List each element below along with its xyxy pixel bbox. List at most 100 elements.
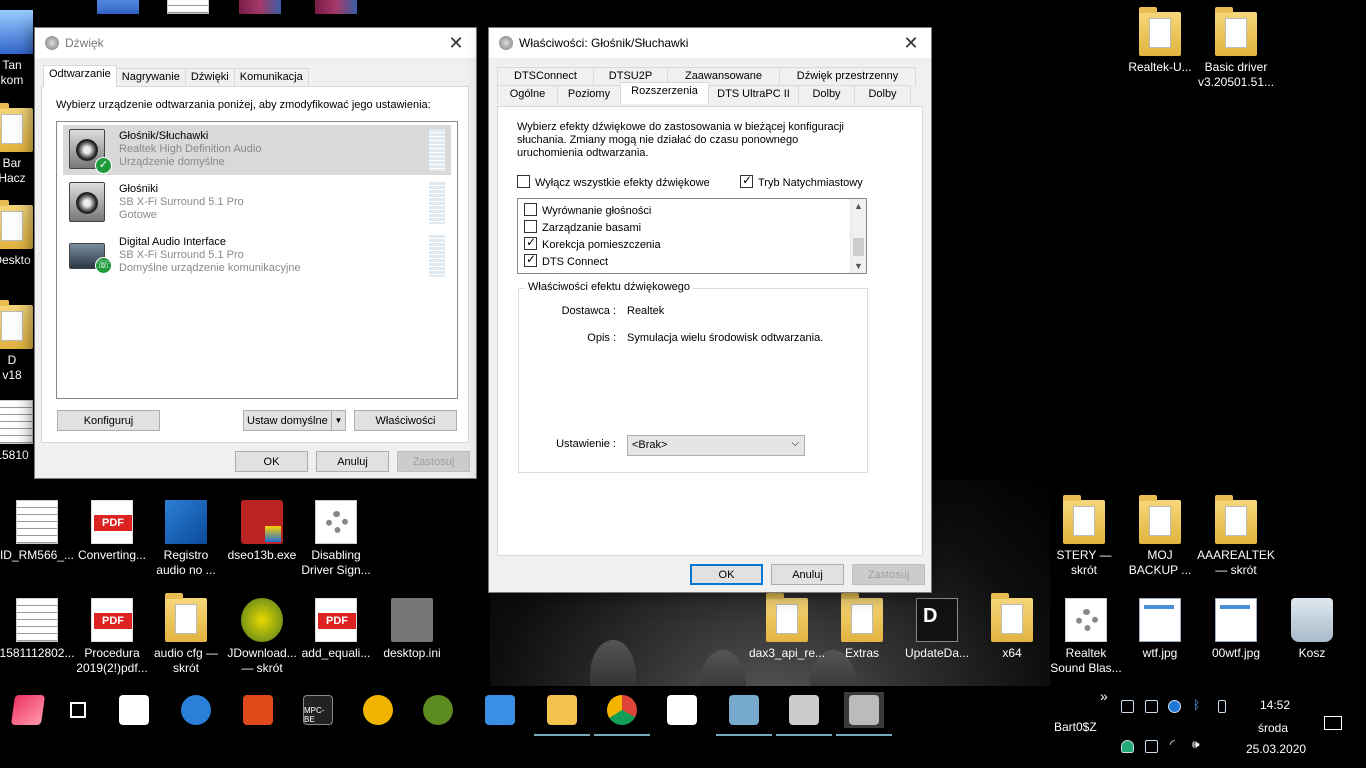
edge-tray-icon[interactable] (1168, 700, 1181, 713)
desktop-icon[interactable]: STERY — skrót (1042, 495, 1126, 578)
taskbar-start-button[interactable] (8, 692, 48, 728)
tab-general[interactable]: Ogólne (497, 85, 558, 104)
close-icon[interactable]: ✕ (891, 28, 931, 58)
clock-date[interactable]: 25.03.2020 (1246, 742, 1306, 756)
close-icon[interactable]: ✕ (436, 28, 476, 58)
taskbar-aimp-button[interactable] (358, 692, 398, 728)
desktop-icon-label: audio cfg — skrót (153, 646, 219, 675)
desktop-icon[interactable]: Registro audio no ... (144, 500, 228, 578)
tab-playback[interactable]: Odtwarzanie (43, 65, 117, 87)
tab-recording[interactable]: Nagrywanie (115, 68, 186, 87)
taskbar-explorer-button[interactable] (534, 692, 590, 736)
desktop-icon[interactable]: wtf.jpg (1118, 598, 1202, 661)
tab-levels[interactable]: Poziomy (557, 85, 621, 104)
taskbar-settings-button[interactable] (776, 692, 832, 736)
tray-app-icon[interactable] (1145, 700, 1158, 713)
tab-communication[interactable]: Komunikacja (233, 68, 309, 87)
sound-dialog-titlebar[interactable]: Dźwięk ✕ (35, 28, 476, 58)
apply-button[interactable]: Zastosuj (852, 564, 925, 585)
defender-icon[interactable] (1121, 740, 1134, 753)
taskbar-paint-button[interactable] (716, 692, 772, 736)
setting-select[interactable]: <Brak> ⌵ (627, 435, 805, 456)
apply-button[interactable]: Zastosuj (397, 451, 470, 472)
desktop-icon[interactable]: Basic driver v3.20501.51... (1194, 7, 1278, 90)
desktop-icon[interactable]: dseo13b.exe (220, 500, 304, 563)
desktop-icon[interactable]: audio cfg — skrót (144, 593, 228, 676)
taskbar-jdownloader-button[interactable] (418, 692, 458, 728)
ok-button[interactable]: OK (235, 451, 308, 472)
disable-all-checkbox[interactable]: Wyłącz wszystkie efekty dźwiękowe (517, 175, 710, 189)
taskbar: MPC-BE » ᛒ Bart0$Z ◜ 🕪 14:52 środa 25.03… (0, 686, 1366, 768)
desktop-icon[interactable]: 00wtf.jpg (1194, 598, 1278, 661)
taskbar-ccleaner-button[interactable] (238, 692, 278, 728)
clock-day[interactable]: środa (1258, 721, 1288, 735)
usb-icon[interactable] (1218, 700, 1226, 713)
desktop-icon[interactable]: PDF Procedura 2019(2!)pdf... (70, 598, 154, 676)
taskbar-sound-button[interactable] (836, 692, 892, 736)
desktop-icon[interactable]: Realtek Sound Blas... (1044, 598, 1128, 676)
desktop-icon[interactable]: PDF Converting... (70, 500, 154, 563)
desktop-icon[interactable] (294, 0, 378, 18)
effect-item-room[interactable]: Korekcja pomieszczenia (524, 235, 661, 251)
desktop-icon[interactable]: D UpdateDa... (895, 598, 979, 661)
desktop-icon[interactable]: JDownload... — skrót (220, 598, 304, 676)
dropdown-arrow-icon[interactable]: ▼ (331, 411, 345, 430)
set-default-button[interactable]: Ustaw domyślne ▼ (243, 410, 346, 431)
tray-chevron-icon[interactable]: » (1100, 688, 1108, 704)
taskbar-chrome-button[interactable] (594, 692, 650, 736)
effect-item-dts[interactable]: DTS Connect (524, 252, 608, 268)
effect-item-bass[interactable]: Zarządzanie basami (524, 220, 641, 234)
desktop-icon[interactable]: desktop.ini (370, 598, 454, 661)
device-item-digital[interactable]: ☏ Digital Audio Interface SB X-Fi Surrou… (63, 231, 451, 281)
wifi-icon[interactable]: ◜ (1170, 737, 1175, 751)
device-item-speakers[interactable]: Głośniki SB X-Fi Surround 5.1 Pro Gotowe (63, 178, 451, 228)
tray-app-icon[interactable] (1121, 700, 1134, 713)
tab-sounds[interactable]: Dźwięki (184, 68, 235, 87)
effect-label: Wyrównanie głośności (542, 205, 652, 217)
tab-enhancements[interactable]: Rozszerzenia (620, 82, 709, 104)
desktop-icon[interactable]: 1581112802... (0, 598, 79, 661)
tab-spatial[interactable]: Dźwięk przestrzenny (779, 67, 916, 86)
cancel-button[interactable]: Anuluj (316, 451, 389, 472)
sound-icon (849, 695, 879, 725)
ok-button[interactable]: OK (690, 564, 763, 585)
desktop-icon[interactable]: Realtek-U... (1118, 7, 1202, 75)
scroll-down-icon[interactable]: ▼ (854, 261, 863, 271)
tab-dts-ultrapc[interactable]: DTS UltraPC II (708, 85, 799, 104)
configure-button[interactable]: Konfiguruj (57, 410, 160, 431)
tab-dtsconnect[interactable]: DTSConnect (497, 67, 594, 86)
desktop-icon[interactable]: x64 (970, 593, 1054, 661)
taskbar-mpc-be-button[interactable]: MPC-BE (298, 692, 338, 728)
desktop-icon[interactable]: Disabling Driver Sign... (294, 500, 378, 578)
desktop-icon[interactable]: AAAREALTEK — skrót (1194, 495, 1278, 578)
desktop-icon[interactable]: Extras (820, 593, 904, 661)
properties-button[interactable]: Właściwości (354, 410, 457, 431)
desktop-icon[interactable] (218, 0, 302, 18)
notification-icon[interactable] (1324, 716, 1342, 730)
cancel-button[interactable]: Anuluj (771, 564, 844, 585)
taskbar-app-v-button[interactable] (662, 692, 702, 728)
desktop-icon[interactable]: dax3_api_re... (745, 593, 829, 661)
volume-icon[interactable]: 🕪 (1192, 737, 1200, 752)
scroll-up-icon[interactable]: ▲ (854, 201, 863, 211)
taskbar-browser-button[interactable] (176, 692, 216, 728)
desktop-icon[interactable]: PDF add_equali... (294, 598, 378, 661)
effects-scrollbar[interactable]: ▲ ▼ (850, 199, 866, 273)
desktop-icon[interactable]: MOJ BACKUP ... (1118, 495, 1202, 578)
effect-item-loudness[interactable]: Wyrównanie głośności (524, 203, 651, 217)
tab-dolby-2[interactable]: Dolby (854, 85, 911, 104)
desktop-icon[interactable]: Kosz (1270, 598, 1354, 661)
immediate-mode-checkbox[interactable]: Tryb Natychmiastowy (740, 173, 863, 189)
taskbar-mail-button[interactable] (480, 692, 520, 728)
device-item-headphones[interactable]: ✓ Głośnik/Słuchawki Realtek High Definit… (63, 125, 451, 175)
desktop-icon[interactable]: ID_RM566_... (0, 500, 79, 563)
taskbar-store-button[interactable] (114, 692, 154, 728)
battery-icon[interactable] (1145, 740, 1158, 753)
scroll-thumb[interactable] (853, 238, 864, 256)
taskbar-task-view-button[interactable] (58, 692, 98, 728)
clock-time[interactable]: 14:52 (1260, 698, 1290, 712)
bluetooth-icon[interactable]: ᛒ (1193, 698, 1200, 712)
properties-titlebar[interactable]: Właściwości: Głośnik/Słuchawki ✕ (489, 28, 931, 58)
tab-dolby[interactable]: Dolby (798, 85, 855, 104)
recycle-bin-icon (1291, 598, 1333, 642)
